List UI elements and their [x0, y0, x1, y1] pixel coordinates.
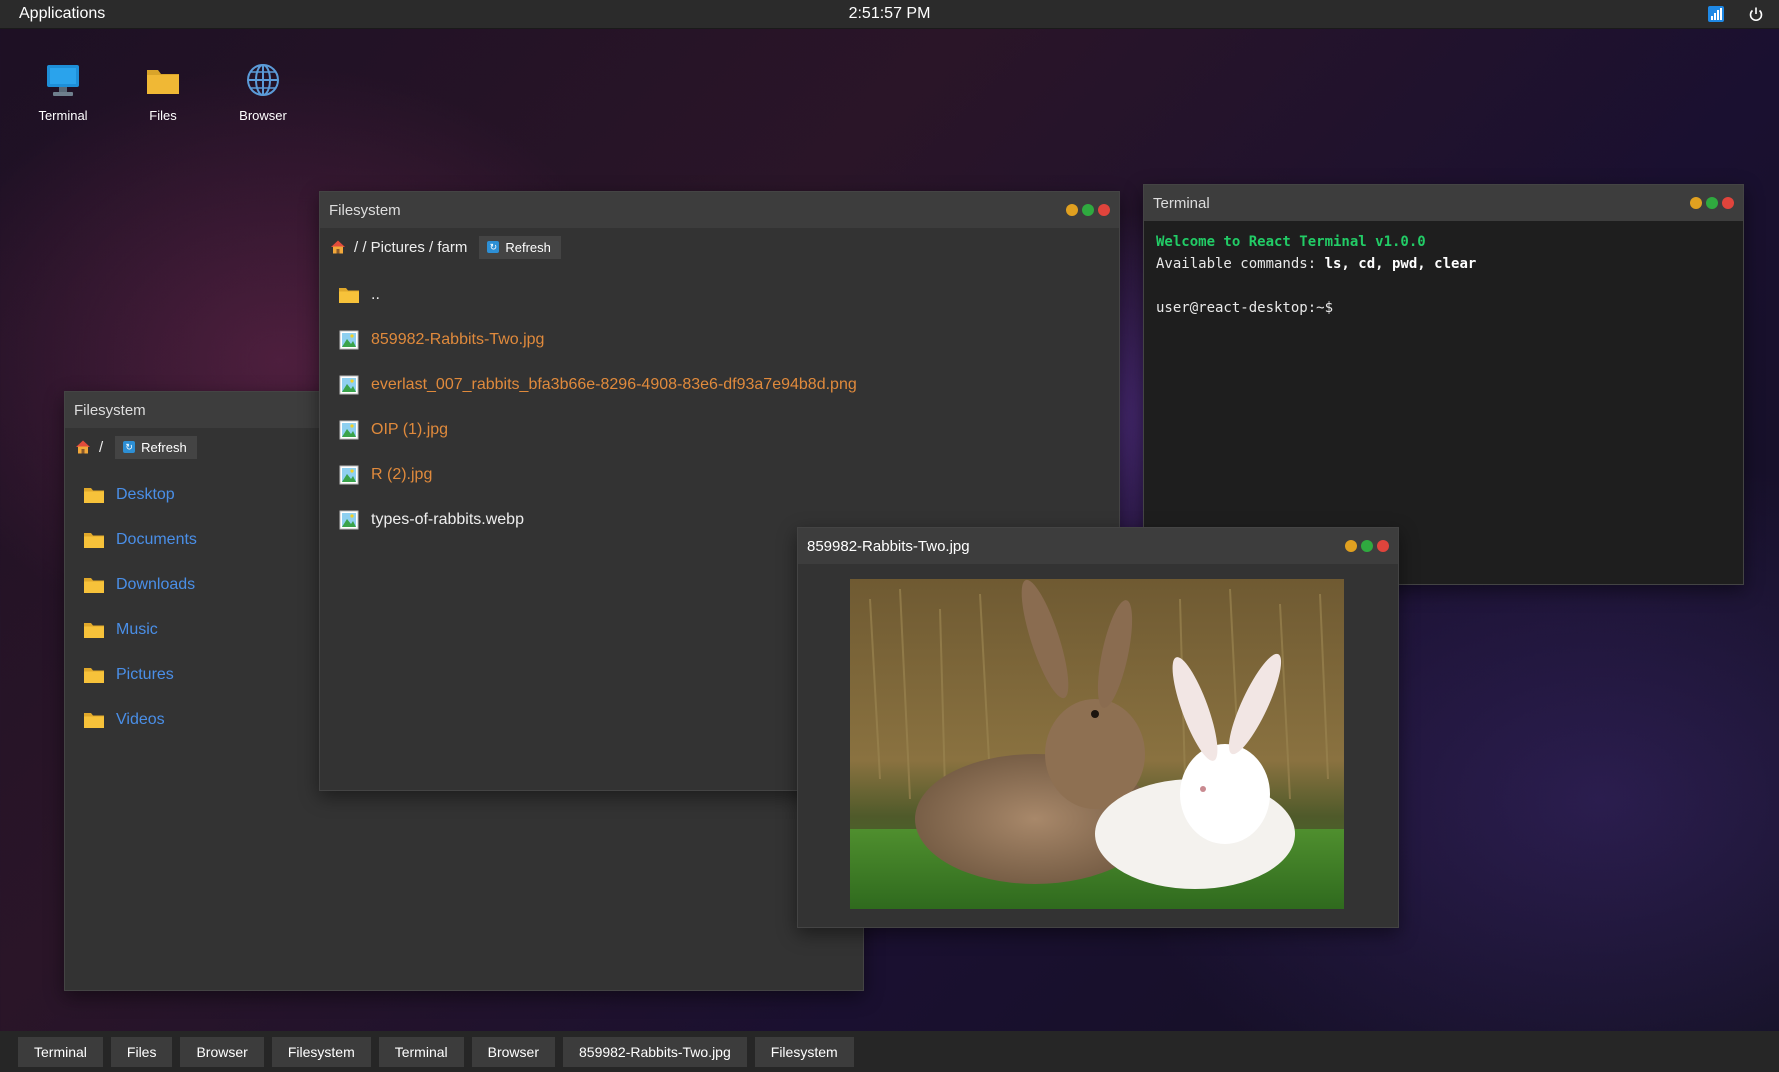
window-titlebar[interactable]: Terminal: [1144, 185, 1743, 221]
refresh-label: Refresh: [505, 239, 551, 255]
taskbar-item-filesystem[interactable]: Filesystem: [271, 1036, 371, 1067]
list-item[interactable]: ..: [338, 272, 1119, 317]
taskbar-item-browser-2[interactable]: Browser: [471, 1036, 555, 1067]
folder-icon: [83, 485, 105, 505]
folder-link[interactable]: Downloads: [116, 576, 195, 594]
image-container: [798, 564, 1398, 927]
image-file-link[interactable]: R (2).jpg: [371, 466, 432, 484]
desktop-icon-files[interactable]: Files: [123, 58, 203, 123]
folder-icon: [83, 575, 105, 595]
folder-icon: [338, 285, 360, 305]
image-file-link[interactable]: OIP (1).jpg: [371, 421, 448, 439]
folder-icon: [123, 58, 203, 102]
folder-link[interactable]: Music: [116, 621, 158, 639]
taskbar-item-image-viewer[interactable]: 859982-Rabbits-Two.jpg: [563, 1036, 747, 1067]
folder-icon: [83, 710, 105, 730]
globe-icon: [223, 58, 303, 102]
file-list: .. 859982-Rabbits-Two.jpg everlast_007_r…: [320, 266, 1119, 542]
image-file-icon: [338, 465, 360, 485]
window-title: Filesystem: [329, 201, 401, 219]
folder-icon: [83, 620, 105, 640]
power-icon[interactable]: [1747, 5, 1765, 23]
list-item[interactable]: everlast_007_rabbits_bfa3b66e-8296-4908-…: [338, 362, 1119, 407]
image-file-icon: [338, 420, 360, 440]
parent-folder-link[interactable]: ..: [371, 286, 380, 304]
window-title: Filesystem: [74, 401, 146, 419]
list-item[interactable]: R (2).jpg: [338, 452, 1119, 497]
system-tray: [1707, 5, 1765, 23]
folder-icon: [83, 530, 105, 550]
window-titlebar[interactable]: Filesystem: [320, 192, 1119, 228]
folder-link[interactable]: Documents: [116, 531, 197, 549]
refresh-icon: ↻: [487, 241, 500, 253]
close-button[interactable]: [1722, 197, 1734, 209]
current-path: / / Pictures / farm: [354, 238, 468, 256]
home-icon[interactable]: [75, 439, 91, 455]
desktop-icon-label: Browser: [239, 108, 287, 123]
taskbar-item-terminal-2[interactable]: Terminal: [378, 1036, 464, 1067]
image-file-icon: [338, 375, 360, 395]
terminal-commands-line: Available commands: ls, cd, pwd, clear: [1156, 253, 1731, 275]
desktop-icon-terminal[interactable]: Terminal: [23, 58, 103, 123]
rabbits-photo: [850, 579, 1344, 909]
list-item[interactable]: OIP (1).jpg: [338, 407, 1119, 452]
network-icon[interactable]: [1707, 5, 1725, 23]
image-file-link[interactable]: 859982-Rabbits-Two.jpg: [371, 331, 544, 349]
commands-list: ls, cd, pwd, clear: [1324, 256, 1477, 272]
desktop-icon-browser[interactable]: Browser: [223, 58, 303, 123]
folder-link[interactable]: Pictures: [116, 666, 174, 684]
current-path: /: [99, 438, 104, 456]
taskbar-item-browser[interactable]: Browser: [180, 1036, 264, 1067]
applications-menu[interactable]: Applications: [19, 5, 105, 23]
refresh-button[interactable]: ↻ Refresh: [115, 435, 197, 459]
commands-prefix: Available commands:: [1156, 256, 1325, 272]
minimize-button[interactable]: [1066, 204, 1078, 216]
refresh-label: Refresh: [141, 439, 187, 455]
path-bar: / / Pictures / farm ↻ Refresh: [320, 228, 1119, 266]
window-title: Terminal: [1153, 194, 1210, 212]
window-controls: [1690, 197, 1734, 209]
minimize-button[interactable]: [1345, 540, 1357, 552]
image-file-icon: [338, 510, 360, 530]
refresh-icon: ↻: [123, 441, 136, 453]
image-file-link[interactable]: types-of-rabbits.webp: [371, 511, 524, 529]
desktop-icon-label: Files: [149, 108, 177, 123]
clock: 2:51:57 PM: [848, 5, 931, 22]
close-button[interactable]: [1098, 204, 1110, 216]
terminal-prompt: user@react-desktop:~$: [1156, 300, 1334, 316]
window-controls: [1066, 204, 1110, 216]
taskbar: Terminal Files Browser Filesystem Termin…: [0, 1031, 1779, 1072]
window-titlebar[interactable]: 859982-Rabbits-Two.jpg: [798, 528, 1398, 564]
window-title: 859982-Rabbits-Two.jpg: [807, 537, 970, 555]
taskbar-item-terminal[interactable]: Terminal: [18, 1036, 103, 1067]
image-file-link[interactable]: everlast_007_rabbits_bfa3b66e-8296-4908-…: [371, 376, 857, 394]
folder-link[interactable]: Videos: [116, 711, 165, 729]
list-item[interactable]: 859982-Rabbits-Two.jpg: [338, 317, 1119, 362]
maximize-button[interactable]: [1082, 204, 1094, 216]
terminal-window: Terminal Welcome to React Terminal v1.0.…: [1143, 184, 1744, 585]
folder-icon: [83, 665, 105, 685]
taskbar-item-files[interactable]: Files: [110, 1036, 173, 1067]
maximize-button[interactable]: [1361, 540, 1373, 552]
folder-link[interactable]: Desktop: [116, 486, 175, 504]
close-button[interactable]: [1377, 540, 1389, 552]
top-bar: Applications 2:51:57 PM: [0, 0, 1779, 29]
minimize-button[interactable]: [1690, 197, 1702, 209]
maximize-button[interactable]: [1706, 197, 1718, 209]
image-file-icon: [338, 330, 360, 350]
monitor-icon: [23, 58, 103, 102]
desktop-icon-label: Terminal: [38, 108, 88, 123]
window-controls: [1345, 540, 1389, 552]
taskbar-item-filesystem-2[interactable]: Filesystem: [754, 1036, 854, 1067]
image-viewer-window: 859982-Rabbits-Two.jpg: [797, 527, 1399, 928]
refresh-button[interactable]: ↻ Refresh: [479, 235, 561, 259]
terminal-welcome: Welcome to React Terminal v1.0.0: [1156, 234, 1426, 250]
home-icon[interactable]: [330, 239, 346, 255]
